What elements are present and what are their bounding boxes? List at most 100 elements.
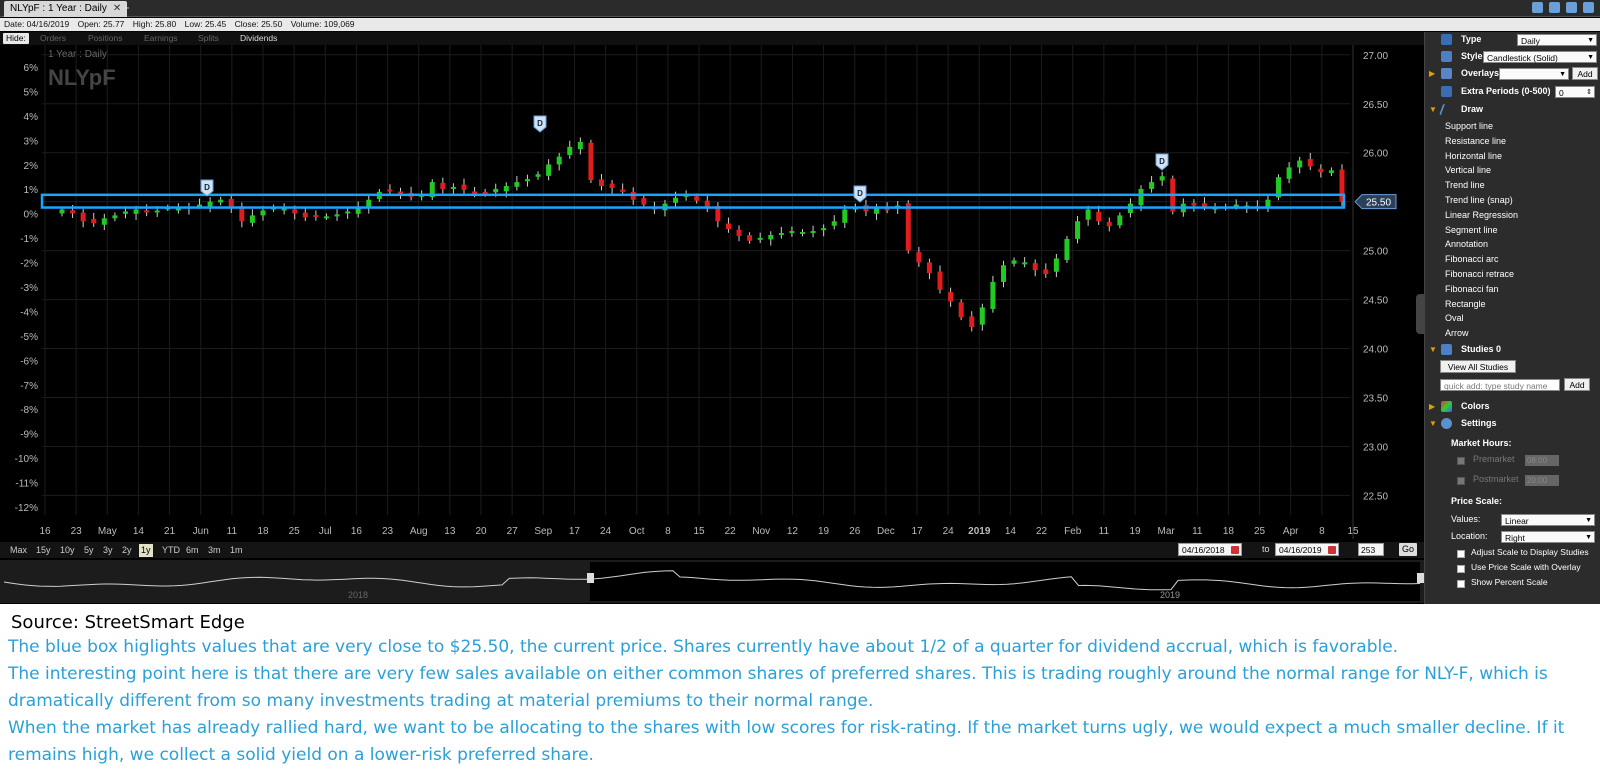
candle-body (673, 197, 679, 203)
candle-body (979, 307, 985, 325)
range-6m-button[interactable]: 6m (184, 544, 201, 557)
hide-earnings-option[interactable]: Earnings (144, 32, 178, 45)
hide-positions-option[interactable]: Positions (88, 32, 123, 45)
panel-collapse-handle[interactable] (1416, 294, 1425, 334)
draw-tool-item[interactable]: Trend line (1445, 178, 1485, 193)
range-navigator[interactable]: 2018 2019 (0, 560, 1424, 603)
draw-tool-item[interactable]: Vertical line (1445, 163, 1491, 178)
draw-tool-item[interactable]: Horizontal line (1445, 149, 1502, 164)
chart-tab[interactable]: NLYpF : 1 Year : Daily ✕ (4, 1, 128, 17)
close-tab-icon[interactable]: ✕ (113, 3, 121, 14)
chevron-down-icon: ▼ (1587, 37, 1594, 44)
detach-icon[interactable] (1583, 2, 1594, 13)
draw-tool-item[interactable]: Support line (1445, 119, 1493, 134)
expand-triangle-icon[interactable]: ▶ (1429, 66, 1435, 81)
draw-tool-item[interactable]: Annotation (1445, 237, 1488, 252)
collapse-triangle-icon[interactable]: ▼ (1429, 102, 1437, 117)
note-icon[interactable] (1549, 2, 1560, 13)
candle-body (1318, 168, 1324, 173)
draw-tool-item[interactable]: Fibonacci retrace (1445, 267, 1514, 282)
candle-body (609, 183, 615, 188)
values-select[interactable]: Linear ▼ (1501, 514, 1595, 526)
settings-row[interactable]: ▼ Settings (1425, 416, 1600, 431)
range-2y-button[interactable]: 2y (120, 544, 134, 557)
type-select[interactable]: Daily ▼ (1517, 34, 1597, 46)
price-chart[interactable]: 27.00 26.50 26.00 25.50 25.00 24.50 24.00 23.50… (0, 45, 1424, 539)
candle-body (916, 252, 922, 263)
draw-tool-item[interactable]: Rectangle (1445, 297, 1486, 312)
premarket-time-input[interactable]: 06:00 (1525, 455, 1559, 466)
date-tick-label: Nov (752, 526, 770, 537)
hide-dividends-option[interactable]: Dividends (240, 32, 277, 45)
add-tab-icon[interactable]: + (122, 0, 130, 16)
price-scale-overlay-checkbox[interactable] (1457, 565, 1465, 573)
percent-tick-label: 4% (24, 112, 39, 123)
go-button[interactable]: Go (1399, 543, 1417, 556)
periods-input[interactable]: 253 (1358, 543, 1384, 556)
adjust-scale-checkbox[interactable] (1457, 550, 1465, 558)
percent-tick-label: -9% (20, 430, 38, 441)
extra-periods-input[interactable]: 0 ⇕ (1555, 86, 1595, 98)
style-select[interactable]: Candlestick (Solid) ▼ (1483, 51, 1597, 63)
range-ytd-button[interactable]: YTD (160, 544, 182, 557)
range-3m-button[interactable]: 3m (206, 544, 223, 557)
calendar-icon[interactable] (1328, 546, 1336, 554)
colors-row[interactable]: ▶ Colors (1425, 399, 1600, 414)
hide-splits-option[interactable]: Splits (198, 32, 219, 45)
expand-triangle-icon[interactable]: ▶ (1429, 399, 1435, 414)
draw-tool-item[interactable]: Linear Regression (1445, 208, 1518, 223)
quick-add-study-input[interactable]: quick add: type study name (1440, 379, 1560, 391)
navigator-right-handle[interactable] (1417, 573, 1424, 583)
date-tick-label: 11 (1192, 526, 1203, 537)
type-icon (1441, 34, 1452, 45)
overlays-add-button[interactable]: Add (1572, 67, 1598, 80)
draw-tool-item[interactable]: Arrow (1445, 326, 1469, 341)
collapse-triangle-icon[interactable]: ▼ (1429, 416, 1437, 431)
draw-tool-item[interactable]: Trend line (snap) (1445, 193, 1513, 208)
location-select[interactable]: Right ▼ (1501, 531, 1595, 543)
date-tick-label: May (98, 526, 117, 537)
range-3y-button[interactable]: 3y (101, 544, 115, 557)
candle-body (599, 179, 605, 186)
draw-tool-item[interactable]: Oval (1445, 311, 1464, 326)
to-date-value: 04/16/2019 (1279, 545, 1322, 555)
draw-row[interactable]: ▼ Draw (1425, 102, 1600, 117)
from-date-input[interactable]: 04/16/2018 (1178, 543, 1242, 556)
range-1y-button[interactable]: 1y (139, 544, 153, 557)
range-1m-button[interactable]: 1m (228, 544, 245, 557)
candle-body (292, 209, 298, 214)
date-tick-label: Aug (410, 526, 428, 537)
navigator-left-handle[interactable] (587, 573, 594, 583)
draw-tool-item[interactable]: Segment line (1445, 223, 1498, 238)
calendar-icon[interactable] (1231, 546, 1239, 554)
studies-row[interactable]: ▼ Studies 0 (1425, 342, 1600, 357)
hide-button[interactable]: Hide: (3, 33, 29, 44)
percent-scale-label: Show Percent Scale (1471, 577, 1548, 587)
range-15y-button[interactable]: 15y (34, 544, 53, 557)
view-all-studies-button[interactable]: View All Studies (1440, 360, 1516, 373)
draw-tool-item[interactable]: Fibonacci fan (1445, 282, 1499, 297)
studies-add-button[interactable]: Add (1564, 378, 1590, 391)
ohlc-volume: Volume: 109,069 (290, 19, 355, 29)
date-tick-label: Apr (1283, 526, 1299, 537)
hide-orders-option[interactable]: Orders (40, 32, 66, 45)
candle-body (535, 174, 541, 177)
collapse-triangle-icon[interactable]: ▼ (1429, 342, 1437, 357)
postmarket-time-input[interactable]: 20:00 (1525, 475, 1559, 486)
window-icon[interactable] (1532, 2, 1543, 13)
date-tick-label: 14 (133, 526, 145, 537)
stepper-icon[interactable]: ⇕ (1586, 87, 1592, 99)
draw-tool-item[interactable]: Fibonacci arc (1445, 252, 1499, 267)
premarket-checkbox[interactable] (1457, 457, 1465, 465)
draw-tool-item[interactable]: Resistance line (1445, 134, 1506, 149)
style-row: Style Candlestick (Solid) ▼ (1425, 49, 1600, 64)
range-10y-button[interactable]: 10y (58, 544, 77, 557)
tools-icon[interactable] (1566, 2, 1577, 13)
range-max-button[interactable]: Max (8, 544, 29, 557)
candle-body (112, 215, 118, 219)
percent-scale-checkbox[interactable] (1457, 580, 1465, 588)
to-date-input[interactable]: 04/16/2019 (1275, 543, 1339, 556)
postmarket-checkbox[interactable] (1457, 477, 1465, 485)
overlays-select[interactable]: ▼ (1499, 68, 1569, 80)
range-5y-button[interactable]: 5y (82, 544, 96, 557)
